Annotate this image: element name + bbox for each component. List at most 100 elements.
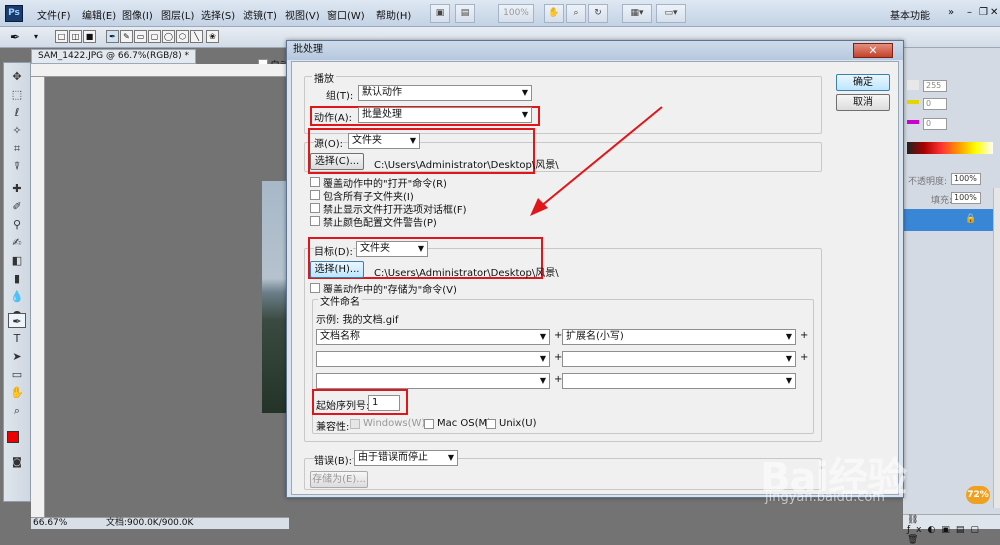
opacity-input[interactable]: 100%	[951, 173, 981, 185]
paths-icon[interactable]: ◫	[69, 30, 82, 43]
suppress-open-dialog-checkbox[interactable]	[310, 203, 320, 213]
ok-button[interactable]: 确定	[836, 74, 890, 91]
naming-field-3[interactable]: ▼	[316, 351, 550, 367]
magic-wand-icon[interactable]: ✧	[8, 123, 26, 138]
marquee-tool-icon[interactable]: ⬚	[8, 87, 26, 102]
override-open-checkbox[interactable]	[310, 177, 320, 187]
naming-field-4[interactable]: ▼	[562, 351, 796, 367]
foreground-color-swatch[interactable]	[7, 431, 19, 443]
arrange-icon[interactable]: ▦▾	[622, 4, 652, 23]
naming-field-1[interactable]: 文档名称 ▼	[316, 329, 550, 345]
minibridge-icon[interactable]: ▤	[455, 4, 475, 23]
pen-tool-icon-active[interactable]: ✒	[8, 313, 26, 328]
menu-window[interactable]: 窗口(W)	[327, 7, 365, 22]
ellipse-icon[interactable]: ◯	[162, 30, 175, 43]
blur-tool-icon[interactable]: 💧	[8, 289, 26, 304]
gradient-tool-icon[interactable]: ▮	[8, 271, 26, 286]
naming-example: 示例: 我的文档.gif	[316, 315, 399, 326]
magenta-slider[interactable]	[907, 120, 919, 124]
suppress-color-warning-checkbox[interactable]	[310, 216, 320, 226]
move-tool-icon[interactable]: ✥	[8, 69, 26, 84]
shape-tool-icon[interactable]: ▭	[8, 367, 26, 382]
chevron-down-icon: ▼	[521, 88, 528, 97]
macos-checkbox[interactable]	[424, 419, 434, 429]
bridge-icon[interactable]: ▣	[430, 4, 450, 23]
history-brush-icon[interactable]: ✍	[8, 235, 26, 250]
rotate-view-icon[interactable]: ↻	[588, 4, 608, 23]
destination-select[interactable]: 文件夹 ▼	[356, 241, 428, 257]
errors-select[interactable]: 由于错误而停止 ▼	[354, 450, 458, 466]
workspace-select[interactable]: 基本功能	[890, 7, 930, 22]
color-ramp[interactable]	[907, 142, 993, 154]
color-value-1[interactable]: 255	[923, 80, 947, 92]
workspace-arrow-icon[interactable]: »	[948, 7, 954, 18]
menu-view[interactable]: 视图(V)	[285, 7, 320, 22]
restore-icon[interactable]: ❐	[979, 7, 988, 18]
fill-input[interactable]: 100%	[951, 192, 981, 204]
unix-checkbox[interactable]	[486, 419, 496, 429]
crop-tool-icon[interactable]: ⌗	[8, 141, 26, 156]
menu-layer[interactable]: 图层(L)	[161, 7, 194, 22]
windows-checkbox[interactable]	[350, 419, 360, 429]
layers-footer-icons[interactable]: ⛓ƒx◐▣▤▢🗑	[903, 514, 1000, 545]
source-choose-button[interactable]: 选择(C)...	[310, 153, 364, 170]
menu-edit[interactable]: 编辑(E)	[82, 7, 116, 22]
include-subfolders-checkbox[interactable]	[310, 190, 320, 200]
rounded-rect-icon[interactable]: ▢	[148, 30, 161, 43]
fill-pixels-icon[interactable]: ■	[83, 30, 96, 43]
document-tab[interactable]: SAM_1422.JPG @ 66.7%(RGB/8) *	[31, 49, 196, 64]
zoom-tool-icon-box[interactable]: ⌕	[8, 403, 26, 418]
menu-file[interactable]: 文件(F)	[37, 7, 71, 22]
menu-select[interactable]: 选择(S)	[201, 7, 235, 22]
naming-field-5[interactable]: ▼	[316, 373, 550, 389]
freeform-pen-icon[interactable]: ✎	[120, 30, 133, 43]
tool-preset-arrow-icon[interactable]: ▾	[34, 32, 38, 41]
minimize-icon[interactable]: –	[967, 7, 972, 18]
polygon-icon[interactable]: ⬡	[176, 30, 189, 43]
custom-shape-icon[interactable]: ❀	[206, 30, 219, 43]
cancel-button[interactable]: 取消	[836, 94, 890, 111]
layers-scrollbar[interactable]	[993, 188, 1000, 508]
path-select-icon[interactable]: ➤	[8, 349, 26, 364]
override-save-checkbox[interactable]	[310, 283, 320, 293]
pen-tool-icon[interactable]: ✒	[10, 30, 20, 44]
color-value-2[interactable]: 0	[923, 98, 947, 110]
naming-field-2[interactable]: 扩展名(小写) ▼	[562, 329, 796, 345]
line-icon[interactable]: ╲	[190, 30, 203, 43]
zoom-tool-icon[interactable]: ⌕	[566, 4, 586, 23]
errors-label: 错误(B):	[314, 452, 353, 467]
brush-tool-icon[interactable]: ✐	[8, 199, 26, 214]
pen-icon[interactable]: ✒	[106, 30, 119, 43]
type-tool-icon[interactable]: T	[8, 331, 26, 346]
set-select[interactable]: 默认动作 ▼	[358, 85, 532, 101]
destination-choose-button[interactable]: 选择(H)...	[310, 261, 364, 278]
zoom-readout[interactable]: 66.67%	[33, 518, 67, 529]
yellow-slider[interactable]	[907, 100, 919, 104]
eraser-tool-icon[interactable]: ◧	[8, 253, 26, 268]
hand-icon[interactable]: ✋	[544, 4, 564, 23]
eyedropper-icon[interactable]: ⍒	[8, 159, 26, 174]
hand-tool-icon[interactable]: ✋	[8, 385, 26, 400]
menu-help[interactable]: 帮助(H)	[376, 7, 411, 22]
color-value-3[interactable]: 0	[923, 118, 947, 130]
zoom-select[interactable]: 100%	[498, 4, 534, 23]
lasso-tool-icon[interactable]: ℓ	[8, 105, 26, 120]
rectangle-icon[interactable]: ▭	[134, 30, 147, 43]
healing-brush-icon[interactable]: ✚	[8, 181, 26, 196]
serial-input[interactable]: 1	[368, 395, 400, 411]
menu-filter[interactable]: 滤镜(T)	[243, 7, 277, 22]
naming-field-6[interactable]: ▼	[562, 373, 796, 389]
quick-mask-icon[interactable]: ◙	[8, 455, 26, 470]
selected-layer-row[interactable]: 🔒	[903, 209, 993, 231]
menu-image[interactable]: 图像(I)	[122, 7, 153, 22]
shape-layers-icon[interactable]: □	[55, 30, 68, 43]
stamp-tool-icon[interactable]: ⚲	[8, 217, 26, 232]
set-value: 默认动作	[362, 87, 402, 98]
save-as-button[interactable]: 存储为(E)...	[310, 471, 368, 488]
close-app-icon[interactable]: ✕	[990, 7, 998, 18]
source-select[interactable]: 文件夹 ▼	[348, 133, 420, 149]
screen-mode-icon[interactable]: ▭▾	[656, 4, 686, 23]
document-image	[262, 181, 289, 413]
dialog-close-button[interactable]: ✕	[853, 43, 893, 58]
canvas-area[interactable]	[45, 77, 288, 517]
